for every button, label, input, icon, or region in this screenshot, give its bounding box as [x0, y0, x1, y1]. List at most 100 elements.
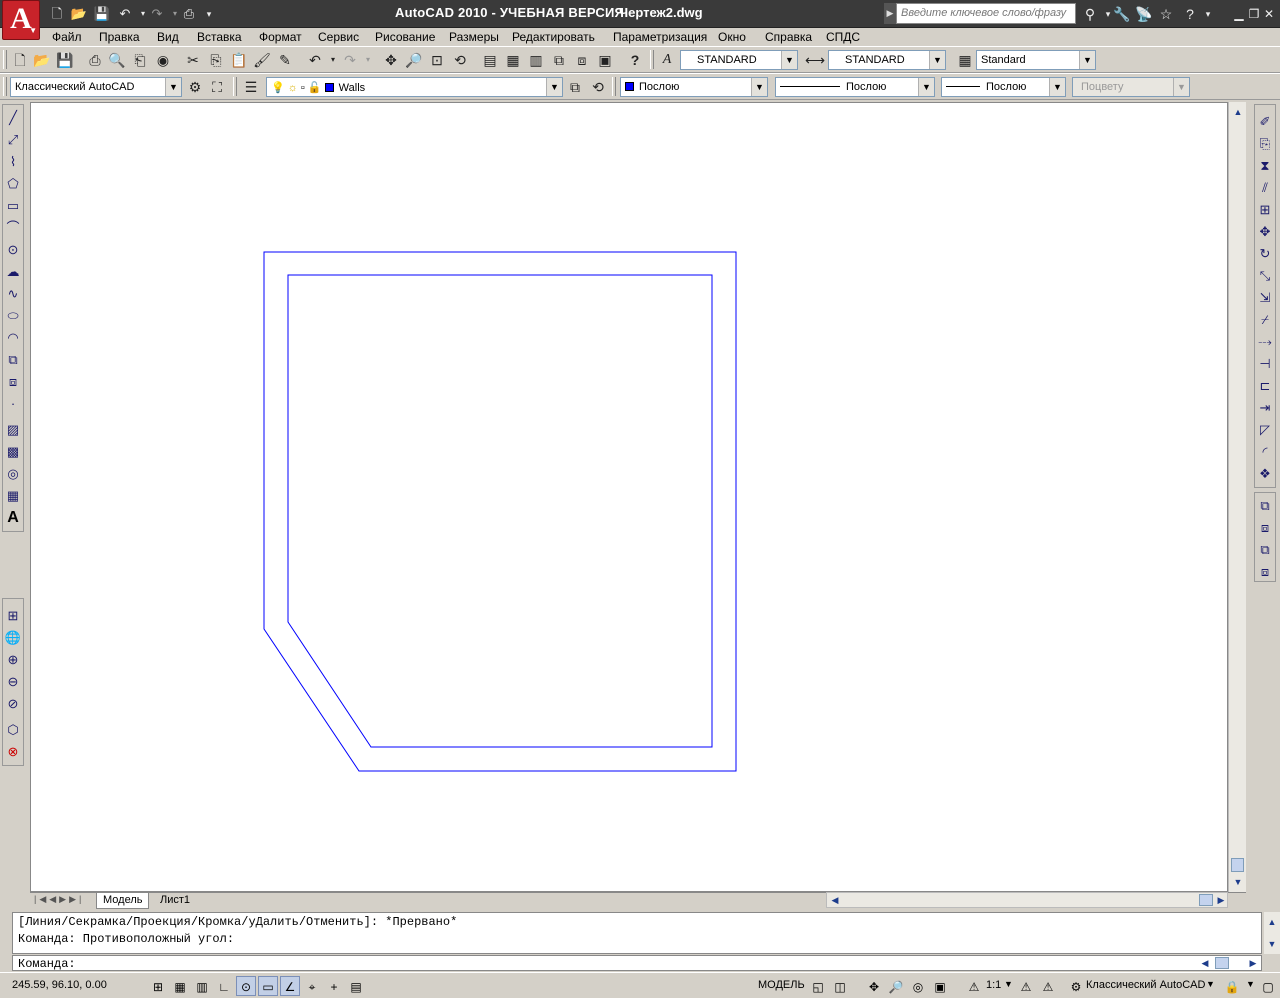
redo-icon[interactable]: ↷ — [340, 50, 360, 70]
erase-icon[interactable]: ✐ — [1255, 111, 1275, 133]
3d-dwf-icon[interactable]: ◉ — [153, 50, 173, 70]
plot-preview-icon[interactable]: 🔍 — [107, 50, 127, 70]
send-under-icon[interactable]: ⧈ — [1255, 561, 1275, 583]
search-input[interactable]: Введите ключевое слово/фразу — [896, 3, 1076, 24]
extend-icon[interactable]: ⤏ — [1255, 331, 1275, 353]
break-at-point-icon[interactable]: ⊣ — [1255, 353, 1275, 375]
paste-icon[interactable]: 📋 — [229, 50, 249, 70]
join-icon[interactable]: ⇥ — [1255, 397, 1275, 419]
menu-edit[interactable]: Правка — [99, 30, 140, 44]
minimize-icon[interactable]: ▁ — [1232, 8, 1246, 20]
help-icon[interactable]: ? — [625, 50, 645, 70]
table-style-select[interactable]: Standard ▼ — [976, 50, 1096, 70]
ortho-icon[interactable]: ∟ — [214, 976, 234, 996]
hatch-icon[interactable]: ▨ — [3, 419, 23, 441]
multiline-text-icon[interactable]: A — [3, 507, 23, 529]
showmotion-icon[interactable]: ▣ — [930, 976, 950, 996]
rotate-icon[interactable]: ↻ — [1255, 243, 1275, 265]
dim-style-icon[interactable]: ⟷ — [805, 50, 825, 70]
quick-view-drawings-icon[interactable]: ◫ — [830, 976, 850, 996]
menu-help[interactable]: Справка — [765, 30, 812, 44]
table-icon[interactable]: ▦ — [3, 485, 23, 507]
menu-draw[interactable]: Рисование — [375, 30, 435, 44]
undo-icon[interactable]: ↶ — [305, 50, 325, 70]
inner-wall-polyline[interactable] — [287, 274, 713, 748]
pan-icon[interactable]: ✥ — [864, 976, 884, 996]
insert-block-icon[interactable]: ⧉ — [3, 349, 23, 371]
qnew-icon[interactable]: 🗋 — [10, 50, 30, 70]
free-orbit-icon[interactable]: ⊘ — [3, 693, 23, 715]
send-to-back-icon[interactable]: ⧈ — [1255, 517, 1275, 539]
layer-properties-icon[interactable]: ☰ — [241, 77, 261, 97]
save-icon[interactable]: 💾 — [55, 50, 75, 70]
clear-icon[interactable]: ⊗ — [3, 741, 23, 763]
workspace-name[interactable]: Классический AutoCAD — [1086, 979, 1205, 991]
redo-icon[interactable]: ↷ — [148, 5, 166, 23]
markup-icon[interactable]: ⧈ — [572, 50, 592, 70]
menu-format[interactable]: Формат — [259, 30, 302, 44]
lock-icon[interactable]: 🔒 — [1222, 976, 1242, 996]
scale-icon[interactable]: ⤡ — [1255, 265, 1275, 287]
properties-icon[interactable]: ▤ — [480, 50, 500, 70]
make-block-icon[interactable]: ⧈ — [3, 371, 23, 393]
quickcalc-icon[interactable]: ▣ — [595, 50, 615, 70]
lineweight-toggle-icon[interactable]: ▤ — [346, 976, 366, 996]
tab-nav-icon[interactable]: |◀◀▶▶| — [34, 894, 84, 905]
toolbar-grip[interactable] — [650, 50, 654, 69]
quick-access-dropdown-icon[interactable]: ▾ — [200, 5, 218, 23]
coordinates-readout[interactable]: 245.59, 96.10, 0.00 — [12, 979, 107, 991]
ellipse-icon[interactable]: ⬭ — [3, 305, 23, 327]
workspace-switch-icon[interactable]: ⚙ — [1066, 976, 1086, 996]
chamfer-icon[interactable]: ◸ — [1255, 419, 1275, 441]
restore-icon[interactable]: ❐ — [1247, 8, 1261, 20]
scroll-thumb[interactable] — [1231, 858, 1244, 872]
lineweight-select[interactable]: Послою ▼ — [941, 77, 1066, 97]
make-current-layer-icon[interactable]: ⧉ — [565, 77, 585, 97]
spline-icon[interactable]: ∿ — [3, 283, 23, 305]
binoculars-icon[interactable]: ⚲ — [1080, 4, 1100, 24]
scroll-right-icon[interactable]: ▶ — [1213, 892, 1229, 908]
table-style-icon[interactable]: ▦ — [955, 50, 975, 70]
object-snap-icon[interactable]: ▭ — [258, 976, 278, 996]
tool-palettes-icon[interactable]: ▥ — [526, 50, 546, 70]
annotation-scale[interactable]: 1:1 — [986, 979, 1001, 991]
layer-previous-icon[interactable]: ⟲ — [588, 77, 608, 97]
construction-line-icon[interactable]: ⤢ — [3, 129, 23, 151]
h-scroll-thumb[interactable] — [1199, 894, 1213, 906]
annotation-scale-dropdown-icon[interactable]: ▼ — [1004, 979, 1013, 989]
command-scrollbar[interactable]: ▲ ▼ — [1264, 912, 1280, 954]
application-menu-button[interactable]: A ▼ — [2, 0, 40, 40]
polygon-icon[interactable]: ⬠ — [3, 173, 23, 195]
cut-icon[interactable]: ✂ — [183, 50, 203, 70]
model-layout-icon[interactable]: ◱ — [808, 976, 828, 996]
move-icon[interactable]: ✥ — [1255, 221, 1275, 243]
scroll-down-icon[interactable]: ▼ — [1264, 936, 1280, 952]
line-icon[interactable]: ╱ — [3, 107, 23, 129]
menu-parametric[interactable]: Параметризация — [613, 30, 707, 44]
view-cube-icon[interactable]: ⬡ — [3, 719, 23, 741]
block-editor-icon[interactable]: ✎ — [275, 50, 295, 70]
linetype-select[interactable]: Послою ▼ — [775, 77, 935, 97]
plot-icon[interactable]: ⎙ — [180, 5, 198, 23]
stretch-icon[interactable]: ⇲ — [1255, 287, 1275, 309]
revision-cloud-icon[interactable]: ☁ — [3, 261, 23, 283]
dynamic-input-icon[interactable]: + — [324, 976, 344, 996]
point-icon[interactable]: · — [3, 393, 23, 415]
menu-insert[interactable]: Вставка — [197, 30, 242, 44]
steering-wheel-icon[interactable]: ◎ — [908, 976, 928, 996]
copy-object-icon[interactable]: ⎘ — [1255, 133, 1275, 155]
clean-screen-icon[interactable]: ▢ — [1258, 976, 1278, 996]
toolbar-grip[interactable] — [612, 77, 616, 96]
annotation-visibility-icon[interactable]: ⚠ — [1016, 976, 1036, 996]
open-file-icon[interactable]: 📂 — [70, 5, 88, 23]
fillet-icon[interactable]: ◜ — [1255, 441, 1275, 463]
workspace-dropdown-icon[interactable]: ▼ — [1206, 979, 1215, 989]
remove-view-icon[interactable]: ⊖ — [3, 671, 23, 693]
array-icon[interactable]: ⊞ — [1255, 199, 1275, 221]
favorites-star-icon[interactable]: ☆ — [1156, 4, 1176, 24]
design-center-icon[interactable]: ▦ — [503, 50, 523, 70]
dim-style-select[interactable]: STANDARD ▼ — [828, 50, 946, 70]
circle-icon[interactable]: ⊙ — [3, 239, 23, 261]
close-icon[interactable]: ✕ — [1262, 8, 1276, 20]
cmd-scroll-thumb[interactable] — [1215, 957, 1229, 969]
